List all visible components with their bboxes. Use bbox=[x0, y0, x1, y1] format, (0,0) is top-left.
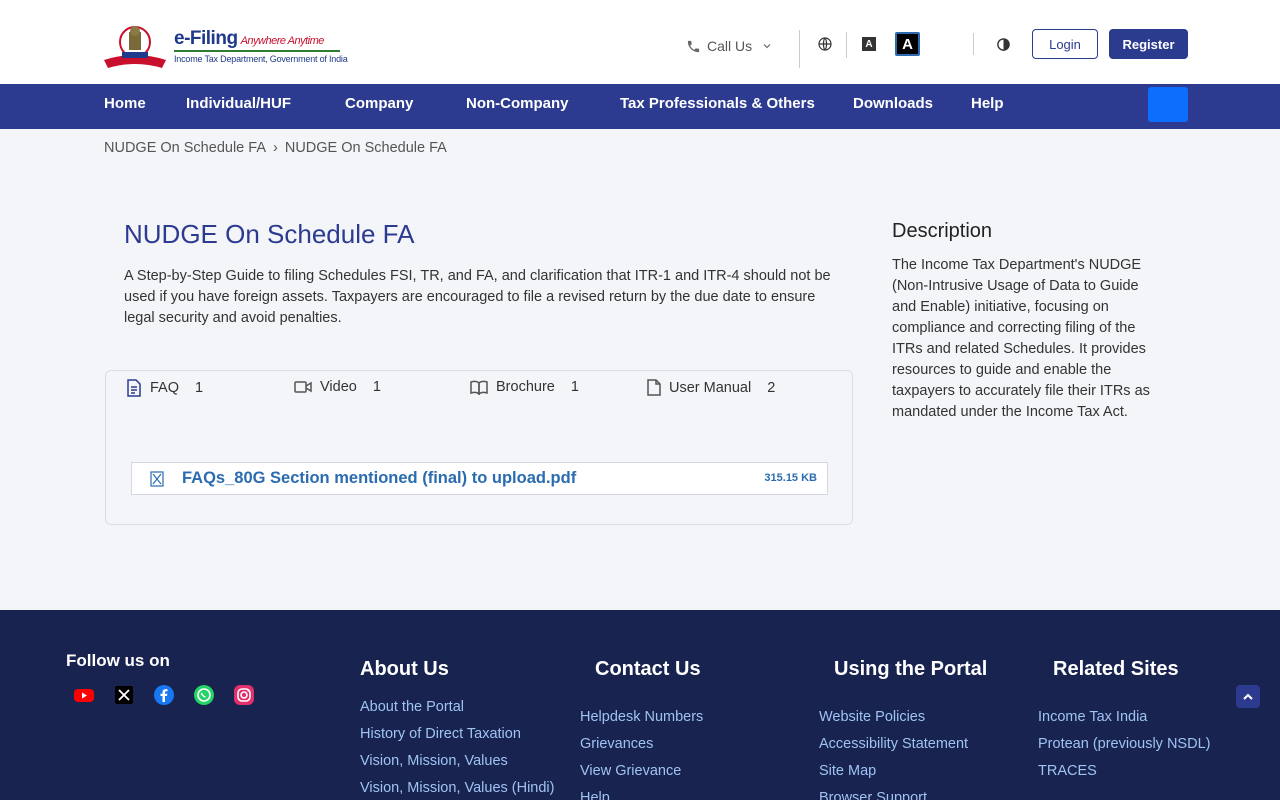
footer-link[interactable]: View Grievance bbox=[580, 763, 681, 779]
language-button[interactable] bbox=[814, 33, 836, 55]
nav-individual-huf[interactable]: Individual/HUF bbox=[186, 95, 291, 112]
font-size-normal-button[interactable]: A bbox=[862, 37, 876, 51]
footer-link[interactable]: About the Portal bbox=[360, 699, 464, 715]
page-title: NUDGE On Schedule FA bbox=[124, 219, 415, 249]
chevron-down-icon bbox=[763, 44, 771, 49]
follow-us-heading: Follow us on bbox=[66, 651, 170, 670]
tab-faq-count: 1 bbox=[195, 380, 204, 396]
scroll-to-top-button[interactable] bbox=[1236, 685, 1260, 708]
tab-video-label: Video bbox=[320, 379, 357, 395]
tab-faq-label: FAQ bbox=[150, 380, 180, 396]
youtube-icon[interactable] bbox=[73, 684, 95, 706]
description-title: Description bbox=[892, 220, 993, 242]
footer-link[interactable]: Vision, Mission, Values bbox=[360, 753, 508, 769]
instagram-icon[interactable] bbox=[233, 684, 255, 706]
footer-link[interactable]: Income Tax India bbox=[1038, 709, 1147, 725]
footer-link[interactable]: Browser Support bbox=[819, 790, 927, 800]
footer-link[interactable]: Accessibility Statement bbox=[819, 736, 968, 752]
whatsapp-icon[interactable] bbox=[193, 684, 215, 706]
phone-icon bbox=[687, 40, 700, 52]
login-button[interactable]: Login bbox=[1032, 29, 1098, 59]
resource-tabs-panel: FAQ 1 Video 1 Brochure 1 User Manual 2 FAQs_… bbox=[105, 370, 853, 525]
nav-tax-professionals[interactable]: Tax Professionals & Others bbox=[620, 95, 815, 112]
tab-user-manual-count: 2 bbox=[767, 379, 776, 396]
tab-brochure[interactable]: Brochure 1 bbox=[470, 379, 579, 395]
chevron-up-icon bbox=[1243, 693, 1253, 700]
font-size-large-button[interactable]: A bbox=[895, 32, 920, 56]
file-download-row[interactable]: FAQs_80G Section mentioned (final) to up… bbox=[131, 462, 828, 495]
footer-link[interactable]: Site Map bbox=[819, 763, 876, 779]
footer-link[interactable]: Vision, Mission, Values (Hindi) bbox=[360, 780, 554, 796]
main-navigation: Home Individual/HUF Company Non-Company … bbox=[0, 84, 1280, 129]
description-text: The Income Tax Department's NUDGE (Non-I… bbox=[892, 257, 1150, 420]
footer-link[interactable]: Website Policies bbox=[819, 709, 925, 725]
header-divider bbox=[973, 33, 974, 55]
nav-non-company[interactable]: Non-Company bbox=[466, 95, 569, 112]
logo-dept: Income Tax Department, Government of Ind… bbox=[174, 54, 348, 64]
description-card: Description The Income Tax Department's … bbox=[876, 194, 1176, 432]
nav-home[interactable]: Home bbox=[104, 95, 146, 112]
x-icon[interactable] bbox=[113, 684, 135, 706]
tab-video[interactable]: Video 1 bbox=[294, 379, 381, 395]
footer-related-title: Related Sites bbox=[1053, 658, 1179, 680]
footer-link[interactable]: Grievances bbox=[580, 736, 653, 752]
contrast-icon bbox=[996, 37, 1010, 51]
tab-brochure-label: Brochure bbox=[496, 379, 555, 395]
footer-link[interactable]: Helpdesk Numbers bbox=[580, 709, 703, 725]
logo-tagline: Anywhere Anytime bbox=[240, 35, 325, 47]
register-button[interactable]: Register bbox=[1109, 29, 1188, 59]
footer-portal-title: Using the Portal bbox=[834, 658, 988, 680]
video-camera-icon bbox=[294, 381, 312, 393]
footer-link[interactable]: TRACES bbox=[1038, 763, 1097, 779]
globe-icon bbox=[818, 37, 832, 51]
page-description: A Step-by-Step Guide to filing Schedules… bbox=[124, 268, 831, 326]
pdf-file-icon bbox=[150, 471, 164, 487]
footer-link[interactable]: Protean (previously NSDL) bbox=[1038, 736, 1210, 752]
emblem-icon bbox=[104, 26, 166, 68]
nav-downloads[interactable]: Downloads bbox=[853, 95, 933, 112]
call-us-dropdown[interactable]: Call Us bbox=[686, 38, 772, 54]
logo-divider bbox=[174, 50, 340, 52]
footer-link[interactable]: Help bbox=[580, 790, 610, 800]
nav-help[interactable]: Help bbox=[971, 95, 1004, 112]
document-icon bbox=[127, 379, 141, 397]
header-divider bbox=[846, 32, 847, 58]
tab-faq[interactable]: FAQ 1 bbox=[126, 379, 203, 397]
breadcrumb-current: NUDGE On Schedule FA bbox=[284, 140, 447, 156]
header-divider bbox=[799, 30, 800, 68]
efiling-logo[interactable]: e-Filing Anywhere Anytime Income Tax Depa… bbox=[102, 22, 348, 72]
file-name-link[interactable]: FAQs_80G Section mentioned (final) to up… bbox=[182, 469, 576, 488]
nav-company[interactable]: Company bbox=[345, 95, 413, 112]
tab-user-manual-label: User Manual bbox=[669, 379, 752, 396]
breadcrumb-separator: › bbox=[273, 140, 278, 156]
file-size: 315.15 KB bbox=[764, 472, 817, 484]
site-header: e-Filing Anywhere Anytime Income Tax Depa… bbox=[0, 0, 1280, 84]
logo-title: e-Filing Anywhere Anytime bbox=[174, 28, 325, 49]
open-book-icon bbox=[470, 380, 488, 395]
breadcrumb-item[interactable]: NUDGE On Schedule FA bbox=[104, 140, 266, 156]
breadcrumb: NUDGE On Schedule FA › NUDGE On Schedule F… bbox=[104, 140, 447, 156]
tab-user-manual[interactable]: User Manual 2 bbox=[647, 379, 775, 396]
footer-contact-title: Contact Us bbox=[595, 658, 701, 680]
site-footer: Follow us on About Us About the Portal H… bbox=[0, 610, 1280, 800]
tab-brochure-count: 1 bbox=[570, 379, 579, 395]
nav-search-button[interactable] bbox=[1148, 87, 1188, 122]
footer-about-title: About Us bbox=[360, 658, 449, 680]
contrast-toggle-button[interactable] bbox=[992, 33, 1014, 55]
footer-link[interactable]: History of Direct Taxation bbox=[360, 726, 521, 742]
file-icon bbox=[647, 379, 661, 396]
call-us-label: Call Us bbox=[707, 38, 753, 54]
facebook-icon[interactable] bbox=[153, 684, 175, 706]
tab-video-count: 1 bbox=[372, 379, 381, 395]
